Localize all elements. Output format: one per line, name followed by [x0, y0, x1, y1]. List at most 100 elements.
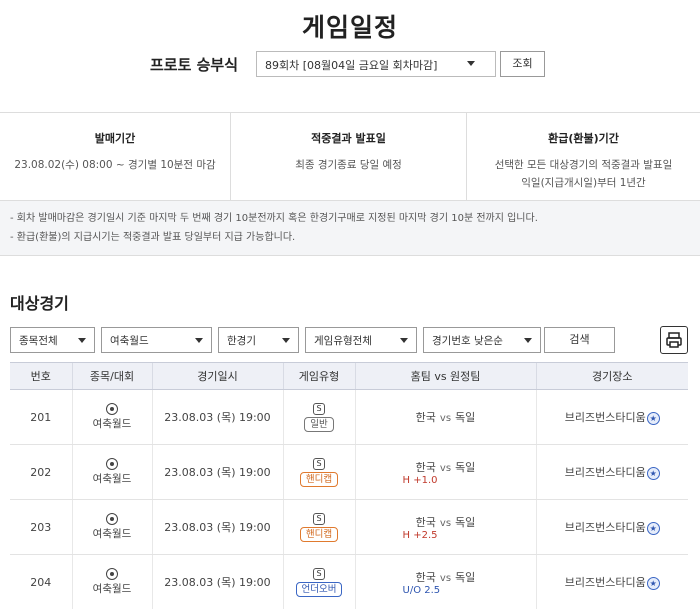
home-team: 한국 — [415, 460, 436, 474]
game-type-cell: S 언더오버 — [282, 554, 355, 609]
game-datetime: 23.08.03 (목) 19:00 — [151, 554, 283, 609]
table-header-row: 번호 종목/대회 경기일시 게임유형 홈팀 vs 원정팀 경기장소 — [10, 362, 688, 390]
vs-label: vs — [439, 517, 452, 529]
soccer-ball-icon — [106, 513, 118, 525]
competition-name: 여축월드 — [92, 473, 132, 485]
sort-filter-value: 경기번호 낮은순 — [432, 335, 503, 347]
competition-filter-value: 여축월드 — [110, 335, 149, 347]
printer-icon — [666, 332, 682, 348]
game-datetime: 23.08.03 (목) 19:00 — [151, 389, 283, 445]
game-type-label: 프로토 승부식 — [150, 56, 239, 74]
chevron-down-icon — [524, 338, 532, 343]
column-header-type: 게임유형 — [282, 362, 355, 390]
vs-label: vs — [439, 462, 452, 474]
competition-name: 여축월드 — [92, 528, 132, 540]
game-datetime: 23.08.03 (목) 19:00 — [151, 499, 283, 555]
game-type-badge: 핸디캡 — [299, 471, 339, 487]
sort-filter[interactable]: 경기번호 낮은순 — [423, 327, 541, 353]
competition-name: 여축월드 — [92, 583, 132, 595]
game-number: 203 — [10, 499, 72, 555]
refund-title: 환급(환불)기간 — [548, 132, 619, 145]
result-text: 최종 경기종료 당일 예정 — [295, 159, 402, 171]
refund-text: 선택한 모든 대상경기의 적중결과 발표일 익일(지급개시일)부터 1년간 — [467, 156, 700, 192]
sale-period-title: 발매기간 — [94, 132, 136, 145]
column-header-venue: 경기장소 — [535, 362, 688, 390]
venue-name: 브리즈번스타디움 — [564, 521, 646, 534]
competition-filter[interactable]: 여축월드 — [101, 327, 212, 353]
table-row[interactable]: 203 여축월드 23.08.03 (목) 19:00 S 핸디캡 한국 vs 독일 H… — [10, 499, 688, 555]
chevron-down-icon — [400, 338, 408, 343]
venue-cell: 브리즈번스타디움 ★ — [535, 389, 688, 445]
games-table: 번호 종목/대회 경기일시 게임유형 홈팀 vs 원정팀 경기장소 201 여축… — [10, 362, 688, 609]
result-info: 적중결과 발표일 최종 경기종료 당일 예정 — [230, 113, 466, 201]
handicap-value: H +2.5 — [402, 529, 438, 541]
star-icon[interactable]: ★ — [646, 466, 660, 480]
sport-cell: 여축월드 — [71, 499, 152, 555]
teams-cell: 한국 vs 독일 H +2.5 — [354, 499, 536, 555]
column-header-teams: 홈팀 vs 원정팀 — [354, 362, 536, 390]
game-number: 204 — [10, 554, 72, 609]
home-team: 한국 — [415, 570, 436, 584]
star-icon[interactable]: ★ — [646, 576, 660, 590]
column-header-number: 번호 — [10, 362, 72, 390]
table-row[interactable]: 204 여축월드 23.08.03 (목) 19:00 S 언더오버 한국 vs 독일… — [10, 554, 688, 609]
sport-s-icon: S — [313, 567, 325, 580]
section-title: 대상경기 — [10, 294, 69, 313]
print-button[interactable] — [660, 326, 688, 354]
chevron-down-icon — [78, 338, 86, 343]
sale-period-info: 발매기간 23.08.02(수) 08:00 ~ 경기별 10분전 마감 — [0, 113, 230, 201]
star-icon[interactable]: ★ — [646, 521, 660, 535]
round-select[interactable]: 89회차 [08월04일 금요일 회차마감] — [256, 51, 496, 77]
home-team: 한국 — [415, 411, 436, 424]
game-type-filter-value: 게임유형전체 — [314, 335, 372, 347]
sport-cell: 여축월드 — [71, 554, 152, 609]
game-type-cell: S 일반 — [282, 389, 355, 445]
game-type-filter[interactable]: 게임유형전체 — [305, 327, 417, 353]
refund-text-line2: 익일(지급개시일)부터 1년간 — [521, 177, 646, 189]
info-box: 발매기간 23.08.02(수) 08:00 ~ 경기별 10분전 마감 적중결… — [0, 112, 700, 201]
chevron-down-icon — [282, 338, 290, 343]
table-row[interactable]: 201 여축월드 23.08.03 (목) 19:00 S 일반 한국 vs 독일 브… — [10, 389, 688, 445]
single-game-filter-value: 한경기 — [227, 335, 256, 347]
result-title: 적중결과 발표일 — [311, 132, 386, 145]
vs-label: vs — [439, 572, 452, 584]
single-game-filter[interactable]: 한경기 — [218, 327, 299, 353]
sale-period-text: 23.08.02(수) 08:00 ~ 경기별 10분전 마감 — [14, 159, 216, 171]
soccer-ball-icon — [106, 403, 118, 415]
sport-filter[interactable]: 종목전체 — [10, 327, 95, 353]
home-team: 한국 — [415, 515, 436, 529]
sport-filter-value: 종목전체 — [19, 335, 58, 347]
page-title: 게임일정 — [301, 13, 398, 42]
star-icon[interactable]: ★ — [646, 411, 660, 425]
venue-cell: 브리즈번스타디움 ★ — [535, 499, 688, 555]
venue-name: 브리즈번스타디움 — [564, 411, 646, 424]
game-type-badge: 언더오버 — [295, 581, 343, 597]
game-type-cell: S 핸디캡 — [282, 444, 355, 500]
chevron-down-icon — [467, 61, 475, 66]
game-datetime: 23.08.03 (목) 19:00 — [151, 444, 283, 500]
column-header-datetime: 경기일시 — [151, 362, 283, 390]
chevron-down-icon — [195, 338, 203, 343]
column-header-sport: 종목/대회 — [71, 362, 152, 390]
soccer-ball-icon — [106, 458, 118, 470]
away-team: 독일 — [455, 570, 476, 584]
game-type-badge: 핸디캡 — [299, 526, 339, 542]
view-button[interactable]: 조회 — [500, 51, 545, 77]
notice-line: - 환급(환불)의 지급시기는 적중결과 발표 당일부터 지급 가능합니다. — [10, 232, 296, 243]
round-select-value: 89회차 [08월04일 금요일 회차마감] — [265, 59, 438, 72]
teams-cell: 한국 vs 독일 H +1.0 — [354, 444, 536, 500]
vs-label: vs — [439, 413, 452, 424]
competition-name: 여축월드 — [92, 418, 132, 430]
venue-name: 브리즈번스타디움 — [564, 576, 646, 589]
game-type-badge: 일반 — [304, 416, 334, 432]
notice-box: - 회차 발매마감은 경기일시 기준 마지막 두 번째 경기 10분전까지 혹은… — [0, 201, 700, 256]
away-team: 독일 — [455, 460, 476, 474]
handicap-value: U/O 2.5 — [402, 584, 441, 596]
venue-name: 브리즈번스타디움 — [564, 466, 646, 479]
away-team: 독일 — [455, 515, 476, 529]
handicap-value: H +1.0 — [402, 474, 438, 486]
search-button[interactable]: 검색 — [544, 327, 615, 353]
notice-line: - 회차 발매마감은 경기일시 기준 마지막 두 번째 경기 10분전까지 혹은… — [10, 213, 538, 224]
game-number: 201 — [10, 389, 72, 445]
table-row[interactable]: 202 여축월드 23.08.03 (목) 19:00 S 핸디캡 한국 vs 독일 H… — [10, 444, 688, 500]
